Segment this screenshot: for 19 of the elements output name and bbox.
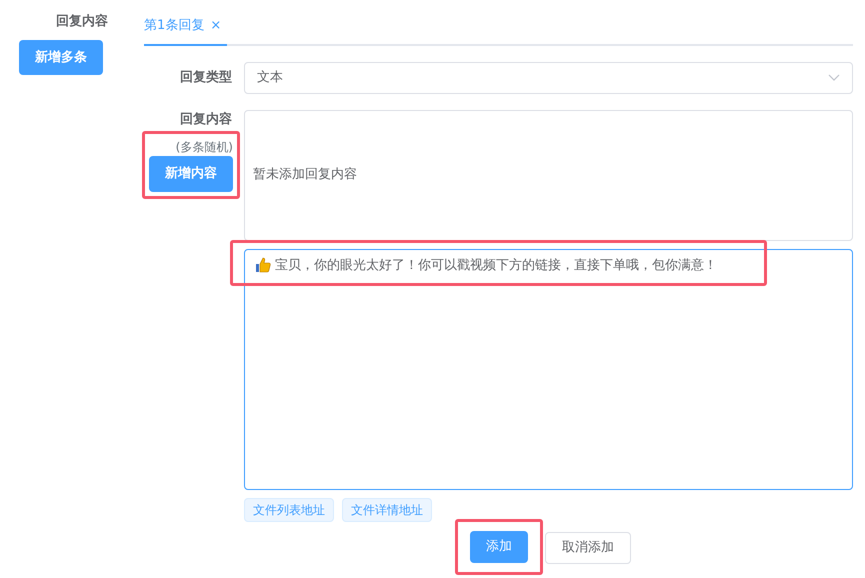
empty-text: 暂未添加回复内容 xyxy=(253,166,357,184)
chevron-down-icon xyxy=(828,74,840,82)
thumbs-up-icon xyxy=(255,257,271,274)
add-multiple-button[interactable]: 新增多条 xyxy=(19,40,103,75)
cancel-button[interactable]: 取消添加 xyxy=(545,532,631,564)
tag-button[interactable]: 文件列表地址 xyxy=(244,498,334,522)
section-label: 回复内容 xyxy=(56,12,108,31)
hint-text: (多条随机) xyxy=(176,139,233,156)
add-content-button[interactable]: 新增内容 xyxy=(149,156,233,192)
reply-tab[interactable]: 第1条回复 × xyxy=(144,12,227,46)
field-label: 回复类型 xyxy=(180,68,232,87)
message-text: 宝贝，你的眼光太好了！你可以戳视频下方的链接，直接下单哦，包你满意！ xyxy=(275,256,717,274)
select-value: 文本 xyxy=(257,68,283,87)
close-icon[interactable]: × xyxy=(210,18,222,33)
add-button[interactable]: 添加 xyxy=(470,530,528,562)
tag-button[interactable]: 文件详情地址 xyxy=(342,498,432,522)
message-textarea[interactable]: 宝贝，你的眼光太好了！你可以戳视频下方的链接，直接下单哦，包你满意！ xyxy=(244,248,853,490)
field-label: 回复内容 xyxy=(180,110,232,128)
type-select[interactable]: 文本 xyxy=(244,62,853,94)
